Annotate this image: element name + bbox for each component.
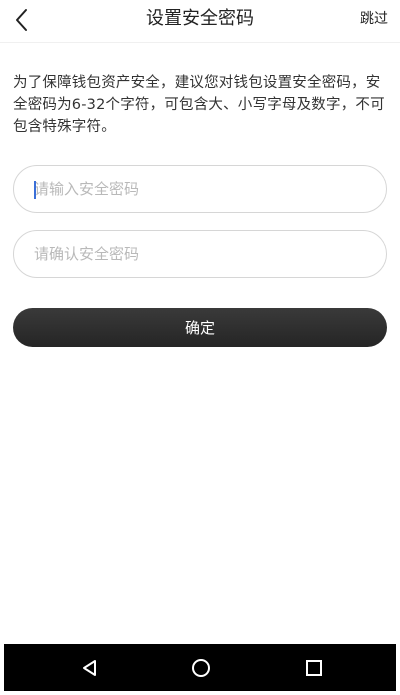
confirm-button[interactable]: 确定 — [13, 308, 387, 347]
password-description: 为了保障钱包资产安全，建议您对钱包设置安全密码，安全密码为6-32个字符，可包含… — [13, 75, 385, 135]
confirm-password-input[interactable] — [34, 231, 364, 277]
skip-button[interactable]: 跳过 — [360, 10, 388, 28]
text-cursor — [34, 181, 36, 199]
password-input[interactable] — [34, 166, 364, 212]
system-navigation-bar — [4, 644, 396, 691]
password-field[interactable] — [13, 165, 387, 213]
triangle-back-icon — [83, 660, 96, 676]
app-header: 设置安全密码 跳过 — [0, 0, 400, 43]
page-title: 设置安全密码 — [146, 8, 254, 29]
confirm-password-field[interactable] — [13, 230, 387, 278]
nav-back-button[interactable] — [74, 652, 106, 684]
set-password-screen: 设置安全密码 跳过 为了保障钱包资产安全，建议您对钱包设置安全密码，安全密码为6… — [0, 0, 400, 695]
square-recent-icon — [306, 660, 322, 676]
nav-recent-apps-button[interactable] — [298, 652, 330, 684]
nav-home-button[interactable] — [185, 652, 217, 684]
circle-home-icon — [192, 659, 210, 677]
